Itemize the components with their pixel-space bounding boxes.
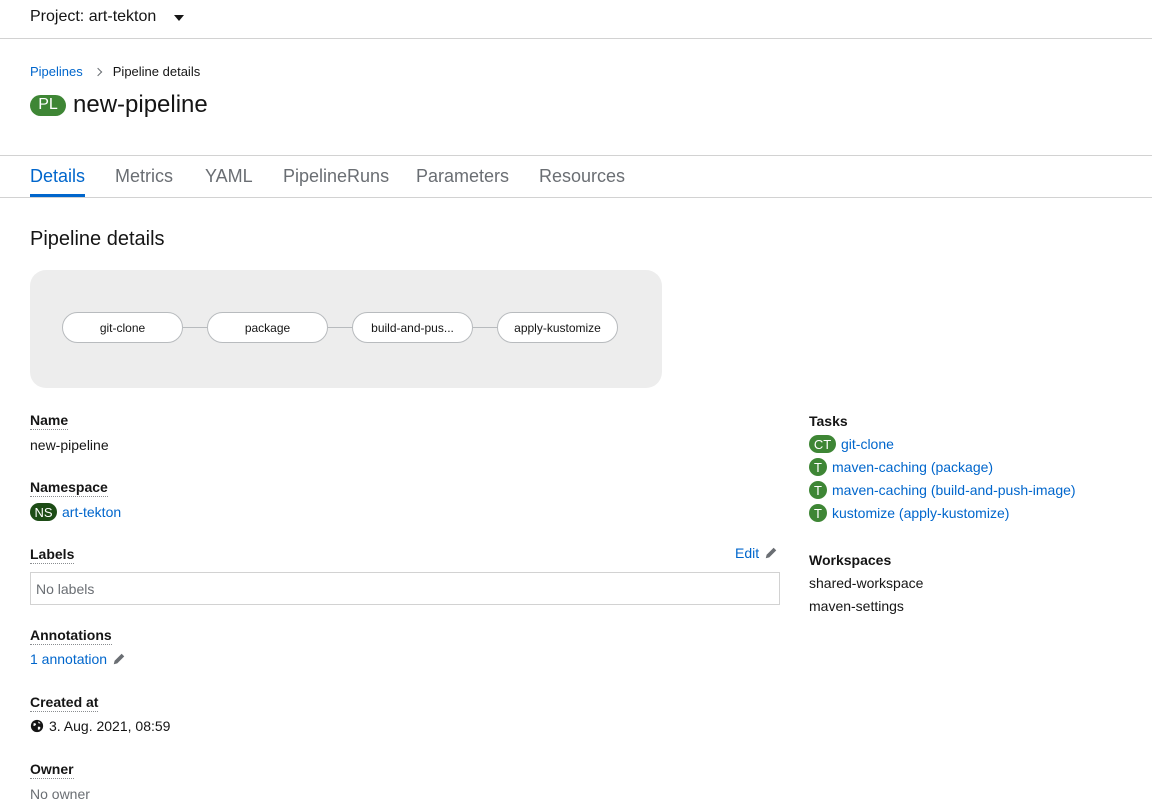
name-value: new-pipeline <box>30 437 109 453</box>
task-link-maven-build-and-push[interactable]: maven-caching (build-and-push-image) <box>832 482 1076 498</box>
task-item: T maven-caching (package) <box>809 458 993 476</box>
pipeline-topology: git-clone package build-and-pus... apply… <box>30 270 662 388</box>
topology-node-build-and-push[interactable]: build-and-pus... <box>352 312 473 343</box>
name-label: Name <box>30 412 69 430</box>
breadcrumb: Pipelines Pipeline details <box>30 64 200 79</box>
topology-edge <box>473 327 498 328</box>
section-title: Pipeline details <box>30 228 165 250</box>
project-bar: Project: art-tekton <box>0 0 1152 39</box>
task-item: CT git-clone <box>809 435 894 453</box>
created-at-value: 3. Aug. 2021, 08:59 <box>30 718 170 734</box>
caret-down-icon <box>174 15 185 21</box>
page-header: PL new-pipeline <box>30 91 208 119</box>
page-title: new-pipeline <box>73 91 208 118</box>
tab-pipelineruns[interactable]: PipelineRuns <box>283 166 389 187</box>
project-selector[interactable]: Project: art-tekton <box>30 8 185 26</box>
labels-box: No labels <box>30 572 780 605</box>
topology-node-git-clone[interactable]: git-clone <box>62 312 183 343</box>
breadcrumb-pipelines-link[interactable]: Pipelines <box>30 64 83 79</box>
tab-details[interactable]: Details <box>30 166 85 187</box>
annotations-link[interactable]: 1 annotation <box>30 651 107 667</box>
edit-labels-button[interactable]: Edit <box>735 545 778 561</box>
labels-empty-text: No labels <box>36 581 95 597</box>
topology-edge <box>183 327 208 328</box>
tab-metrics[interactable]: Metrics <box>115 166 173 187</box>
tab-bar: Details Metrics YAML PipelineRuns Parame… <box>0 155 1152 198</box>
pencil-icon[interactable] <box>112 652 126 666</box>
tab-yaml[interactable]: YAML <box>205 166 253 187</box>
cluster-task-badge: CT <box>809 435 836 453</box>
topology-node-package[interactable]: package <box>207 312 328 343</box>
namespace-link[interactable]: art-tekton <box>62 504 121 520</box>
tasks-label: Tasks <box>809 413 848 429</box>
active-tab-indicator <box>30 194 85 197</box>
edit-labels-label: Edit <box>735 545 760 561</box>
created-at-text: 3. Aug. 2021, 08:59 <box>49 718 171 734</box>
labels-label: Labels <box>30 546 75 564</box>
task-badge: T <box>809 504 827 522</box>
tab-parameters[interactable]: Parameters <box>416 166 509 187</box>
task-item: T maven-caching (build-and-push-image) <box>809 481 1076 499</box>
task-link-maven-package[interactable]: maven-caching (package) <box>832 459 993 475</box>
task-link-git-clone[interactable]: git-clone <box>841 436 894 452</box>
pencil-icon <box>765 547 777 559</box>
task-item: T kustomize (apply-kustomize) <box>809 504 1009 522</box>
topology-edge <box>328 327 353 328</box>
chevron-right-icon <box>93 67 103 76</box>
owner-value: No owner <box>30 786 90 802</box>
task-badge: T <box>809 458 827 476</box>
pipeline-badge: PL <box>30 94 66 116</box>
owner-label: Owner <box>30 761 74 779</box>
workspace-item: maven-settings <box>809 598 904 614</box>
task-badge: T <box>809 481 827 499</box>
annotations-value: 1 annotation <box>30 651 126 667</box>
workspace-item: shared-workspace <box>809 575 924 591</box>
tab-resources[interactable]: Resources <box>539 166 625 187</box>
workspaces-label: Workspaces <box>809 552 892 568</box>
namespace-label: Namespace <box>30 479 108 497</box>
topology-node-apply-kustomize[interactable]: apply-kustomize <box>497 312 618 343</box>
globe-icon <box>30 719 44 733</box>
breadcrumb-current: Pipeline details <box>112 64 201 79</box>
annotations-label: Annotations <box>30 627 112 645</box>
created-at-label: Created at <box>30 694 99 712</box>
namespace-badge: NS <box>30 503 57 521</box>
task-link-kustomize[interactable]: kustomize (apply-kustomize) <box>832 505 1009 521</box>
project-selector-label: Project: art-tekton <box>30 8 157 25</box>
namespace-value: NS art-tekton <box>30 503 121 521</box>
